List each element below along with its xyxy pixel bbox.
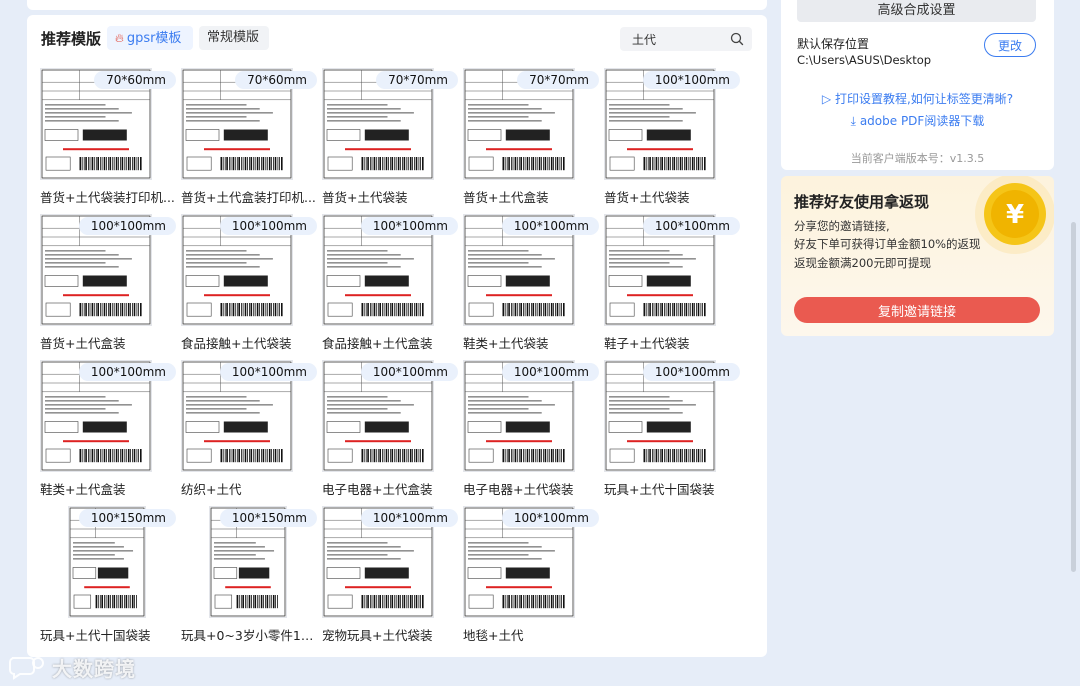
template-name: 鞋类+土代盒装: [40, 482, 126, 497]
size-badge: 100*100mm: [642, 217, 740, 235]
template-name: 食品接触+土代袋装: [181, 336, 292, 351]
template-card[interactable]: 70*60mm 普货+土代盒装打印机...: [181, 68, 317, 205]
size-badge: 70*70mm: [376, 71, 458, 89]
size-badge: 100*100mm: [501, 217, 599, 235]
chat-bubble-logo: [9, 657, 44, 680]
size-badge: 100*150mm: [219, 509, 317, 527]
size-badge: 100*100mm: [360, 363, 458, 381]
template-name: 玩具+土代十国袋装: [40, 628, 151, 643]
size-badge: 100*100mm: [501, 363, 599, 381]
referral-card: ¥ 推荐好友使用拿返现 分享您的邀请链接, 好友下单可获得订单金额10%的返现 …: [781, 176, 1054, 336]
size-badge: 100*100mm: [78, 363, 176, 381]
save-location-label: 默认保存位置: [797, 37, 870, 51]
tab-gpsr-label: gpsr模板: [126, 31, 182, 46]
template-card[interactable]: 100*100mm 玩具+土代十国袋装: [604, 360, 740, 497]
size-badge: 100*100mm: [78, 217, 176, 235]
change-path-button[interactable]: 更改: [984, 33, 1036, 57]
template-card[interactable]: 100*100mm 电子电器+土代袋装: [463, 360, 599, 497]
version-text: 当前客户端版本号：v1.3.5: [850, 152, 985, 165]
template-card[interactable]: 100*100mm 普货+土代盒装: [40, 214, 176, 351]
template-card[interactable]: 100*100mm 食品接触+土代盒装: [322, 214, 458, 351]
referral-desc-2: 好友下单可获得订单金额10%的返现: [794, 237, 981, 251]
template-card[interactable]: 100*150mm 玩具+土代十国袋装: [40, 506, 176, 643]
template-name: 电子电器+土代盒装: [322, 482, 433, 497]
tab-normal-label: 常规模版: [207, 30, 260, 45]
tab-normal[interactable]: 常规模版: [199, 26, 269, 50]
referral-title: 推荐好友使用拿返现: [794, 193, 930, 211]
tab-gpsr[interactable]: 🔥︎ gpsr模板: [107, 26, 193, 50]
print-tutorial-label: 打印设置教程,如何让标签更清晰?: [834, 92, 1014, 106]
watermark: 大数跨境: [8, 652, 136, 682]
template-name: 鞋类+土代袋装: [463, 336, 549, 351]
referral-desc-1: 分享您的邀请链接,: [794, 219, 890, 233]
template-name: 电子电器+土代袋装: [463, 482, 574, 497]
template-name: 宠物玩具+土代袋装: [322, 628, 433, 643]
size-badge: 100*100mm: [501, 509, 599, 527]
template-name: 普货+土代袋装: [604, 190, 690, 205]
template-panel: 推荐模版 🔥︎gpsr模板 常规模版 70*60mm普货+土代袋装打印机...7…: [27, 15, 767, 657]
coin-icon: ¥: [975, 176, 1054, 254]
template-card[interactable]: 100*150mm 玩具+0~3岁小零件1土代: [181, 506, 317, 643]
template-card[interactable]: 100*100mm 普货+土代袋装: [604, 68, 740, 205]
size-badge: 100*150mm: [78, 509, 176, 527]
template-name: 普货+土代盒装打印机...: [181, 190, 316, 205]
top-panel-edge: [27, 0, 767, 10]
template-card[interactable]: 100*100mm 食品接触+土代袋装: [181, 214, 317, 351]
template-name: 普货+土代盒装: [463, 190, 549, 205]
template-card[interactable]: 100*100mm 地毯+土代: [463, 506, 599, 643]
coin-glyph: ¥: [1006, 200, 1024, 230]
search-icon[interactable]: [730, 32, 744, 46]
size-badge: 100*100mm: [360, 217, 458, 235]
template-name: 玩具+0~3岁小零件1土代: [181, 628, 317, 643]
fire-icon: 🔥︎: [115, 31, 124, 45]
template-name: 地毯+土代: [463, 628, 524, 643]
watermark-text: 大数跨境: [52, 656, 136, 681]
scrollbar[interactable]: [1071, 222, 1076, 572]
template-name: 普货+土代袋装: [322, 190, 408, 205]
template-card[interactable]: 100*100mm 鞋类+土代袋装: [463, 214, 599, 351]
play-circle-icon: ▷: [821, 92, 832, 106]
template-card[interactable]: 100*100mm 鞋子+土代袋装: [604, 214, 740, 351]
template-name: 纺织+土代: [181, 482, 242, 497]
save-path: C:\Users\ASUS\Desktop: [797, 53, 932, 67]
template-card[interactable]: 100*100mm 电子电器+土代盒装: [322, 360, 458, 497]
template-name: 普货+土代袋装打印机...: [40, 190, 175, 205]
copy-invite-link-button[interactable]: 复制邀请链接: [794, 297, 1040, 323]
template-card[interactable]: 70*60mm 普货+土代袋装打印机...: [40, 68, 176, 205]
adobe-download-label: adobe PDF阅读器下载: [859, 114, 985, 128]
referral-desc-3: 返现金额满200元即可提现: [794, 256, 931, 270]
advanced-settings-button[interactable]: 高级合成设置: [797, 0, 1036, 22]
template-name: 食品接触+土代盒装: [322, 336, 433, 351]
template-name: 玩具+土代十国袋装: [604, 482, 715, 497]
settings-panel: 高级合成设置 默认保存位置 C:\Users\ASUS\Desktop 更改 ▷…: [781, 0, 1054, 170]
template-card[interactable]: 70*70mm 普货+土代盒装: [463, 68, 599, 205]
adobe-download-link[interactable]: ⤓ adobe PDF阅读器下载: [781, 112, 1054, 129]
panel-title: 推荐模版: [41, 30, 102, 48]
size-badge: 70*70mm: [517, 71, 599, 89]
download-icon: ⤓: [850, 114, 856, 128]
size-badge: 70*60mm: [94, 71, 176, 89]
template-card[interactable]: 70*70mm 普货+土代袋装: [322, 68, 458, 205]
size-badge: 100*100mm: [360, 509, 458, 527]
template-name: 普货+土代盒装: [40, 336, 126, 351]
size-badge: 100*100mm: [642, 71, 740, 89]
template-card[interactable]: 100*100mm 纺织+土代: [181, 360, 317, 497]
template-card[interactable]: 100*100mm 宠物玩具+土代袋装: [322, 506, 458, 643]
size-badge: 100*100mm: [219, 217, 317, 235]
size-badge: 70*60mm: [235, 71, 317, 89]
size-badge: 100*100mm: [219, 363, 317, 381]
size-badge: 100*100mm: [642, 363, 740, 381]
template-name: 鞋子+土代袋装: [604, 336, 690, 351]
template-card[interactable]: 100*100mm 鞋类+土代盒装: [40, 360, 176, 497]
print-tutorial-link[interactable]: ▷ 打印设置教程,如何让标签更清晰?: [781, 90, 1054, 107]
